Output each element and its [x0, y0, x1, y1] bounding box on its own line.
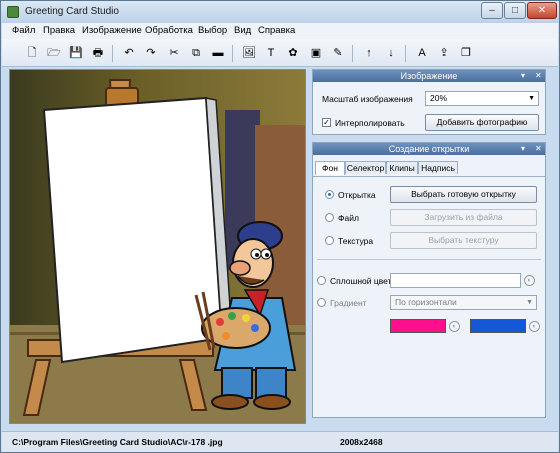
insert-text-icon[interactable]: T: [263, 45, 279, 61]
menu-processing[interactable]: Обработка: [145, 25, 193, 36]
image-panel-header: Изображение ▾ ✕: [313, 70, 545, 82]
toolbar-separator: [232, 45, 233, 62]
save-icon[interactable]: 💾: [68, 45, 84, 61]
menu-view[interactable]: Вид: [234, 25, 251, 36]
load-from-file-button[interactable]: Загрузить из файла: [390, 209, 537, 226]
paste-icon[interactable]: ▬: [210, 45, 226, 61]
toolbar: 🗋 🗁 💾 🖶 ↶ ↷ ✂ ⧉ ▬ 🖼 T ✿ ▣ ✎ ↑ ↓ A ⇪ ❐: [2, 39, 558, 67]
insert-image-icon[interactable]: 🖼: [241, 45, 257, 61]
text-effect-icon[interactable]: A: [414, 45, 430, 61]
chevron-down-icon: ▼: [526, 299, 533, 306]
postcard-label: Открытка: [338, 190, 376, 200]
card-panel-header: Создание открытки ▾ ✕: [313, 143, 545, 155]
toolbar-separator: [112, 45, 113, 62]
menu-file[interactable]: Файл: [12, 25, 35, 36]
window-title: Greeting Card Studio: [25, 6, 119, 17]
chevron-down-icon: ▼: [528, 95, 535, 102]
insert-frame-icon[interactable]: ▣: [308, 45, 324, 61]
color-picker-icon[interactable]: ◐: [529, 321, 540, 332]
status-file-path: C:\Program Files\Greeting Card Studio\AC…: [12, 437, 223, 447]
canvas-area[interactable]: [9, 69, 306, 424]
menu-edit[interactable]: Правка: [43, 25, 75, 36]
minimize-button[interactable]: –: [481, 2, 503, 19]
interpolate-checkbox[interactable]: ✓: [322, 118, 331, 127]
scale-label: Масштаб изображения: [322, 94, 413, 104]
tab-selector[interactable]: Селектор: [345, 161, 386, 174]
send-backward-icon[interactable]: ↓: [383, 45, 399, 61]
file-radio[interactable]: [325, 213, 334, 222]
panel-dropdown-icon[interactable]: ▾: [521, 143, 525, 155]
add-photo-button[interactable]: Добавить фотографию: [425, 114, 539, 131]
undo-icon[interactable]: ↶: [121, 45, 137, 61]
scale-select[interactable]: 20% ▼: [425, 91, 539, 106]
status-dimensions: 2008x2468: [340, 437, 383, 447]
panel-close-icon[interactable]: ✕: [535, 70, 542, 82]
easel-painter-illustration: [10, 79, 305, 423]
app-icon: [7, 6, 19, 18]
scale-value: 20%: [430, 93, 448, 103]
title-bar: Greeting Card Studio – □ ✕: [1, 1, 559, 23]
preview-icon[interactable]: ❐: [458, 45, 474, 61]
print-icon[interactable]: 🖶: [90, 45, 106, 61]
menu-image[interactable]: Изображение: [82, 25, 142, 36]
color-picker-icon[interactable]: ◐: [524, 275, 535, 286]
status-bar: C:\Program Files\Greeting Card Studio\AC…: [2, 431, 558, 452]
panel-dropdown-icon[interactable]: ▾: [521, 70, 525, 82]
gradient-color-2[interactable]: [470, 319, 526, 333]
effects-icon[interactable]: ✎: [330, 45, 346, 61]
postcard-radio[interactable]: [325, 190, 334, 199]
export-icon[interactable]: ⇪: [436, 45, 452, 61]
card-creation-panel: Создание открытки ▾ ✕ Фон Селектор Клипы…: [312, 142, 546, 418]
tab-background[interactable]: Фон: [315, 161, 345, 175]
toolbar-separator: [405, 45, 406, 62]
solid-color-label: Сплошной цвет: [330, 276, 392, 286]
interpolate-label: Интерполировать: [335, 118, 405, 128]
panel-close-icon[interactable]: ✕: [535, 143, 542, 155]
gradient-direction-select[interactable]: По горизонтали ▼: [390, 295, 537, 310]
texture-label: Текстура: [338, 236, 374, 246]
close-button[interactable]: ✕: [527, 2, 557, 19]
maximize-button[interactable]: □: [504, 2, 526, 19]
choose-texture-button[interactable]: Выбрать текстуру: [390, 232, 537, 249]
gradient-radio[interactable]: [317, 298, 326, 307]
image-panel: Изображение ▾ ✕ Масштаб изображения 20% …: [312, 69, 546, 135]
card-panel-title: Создание открытки: [388, 144, 470, 154]
color-picker-icon[interactable]: ◐: [449, 321, 460, 332]
tab-caption[interactable]: Надпись: [418, 161, 458, 174]
tab-clips[interactable]: Клипы: [386, 161, 418, 174]
copy-icon[interactable]: ⧉: [188, 45, 204, 61]
choose-postcard-button[interactable]: Выбрать готовую открытку: [390, 186, 537, 203]
cut-icon[interactable]: ✂: [166, 45, 182, 61]
menu-help[interactable]: Справка: [258, 25, 295, 36]
solid-color-radio[interactable]: [317, 276, 326, 285]
app-window: Greeting Card Studio – □ ✕ Файл Правка И…: [0, 0, 560, 453]
gradient-direction-value: По горизонтали: [395, 297, 457, 307]
new-file-icon[interactable]: 🗋: [24, 45, 40, 61]
menu-select[interactable]: Выбор: [198, 25, 227, 36]
card-tabs: Фон Селектор Клипы Надпись: [313, 161, 545, 177]
image-panel-title: Изображение: [400, 71, 458, 81]
gradient-color-1[interactable]: [390, 319, 446, 333]
solid-color-field[interactable]: [390, 273, 521, 288]
redo-icon[interactable]: ↷: [143, 45, 159, 61]
gradient-label: Градиент: [330, 298, 367, 308]
divider: [317, 259, 541, 260]
file-label: Файл: [338, 213, 359, 223]
bring-forward-icon[interactable]: ↑: [361, 45, 377, 61]
open-folder-icon[interactable]: 🗁: [46, 45, 62, 61]
menu-bar: Файл Правка Изображение Обработка Выбор …: [2, 23, 558, 39]
insert-clipart-icon[interactable]: ✿: [285, 45, 301, 61]
toolbar-separator: [352, 45, 353, 62]
texture-radio[interactable]: [325, 236, 334, 245]
